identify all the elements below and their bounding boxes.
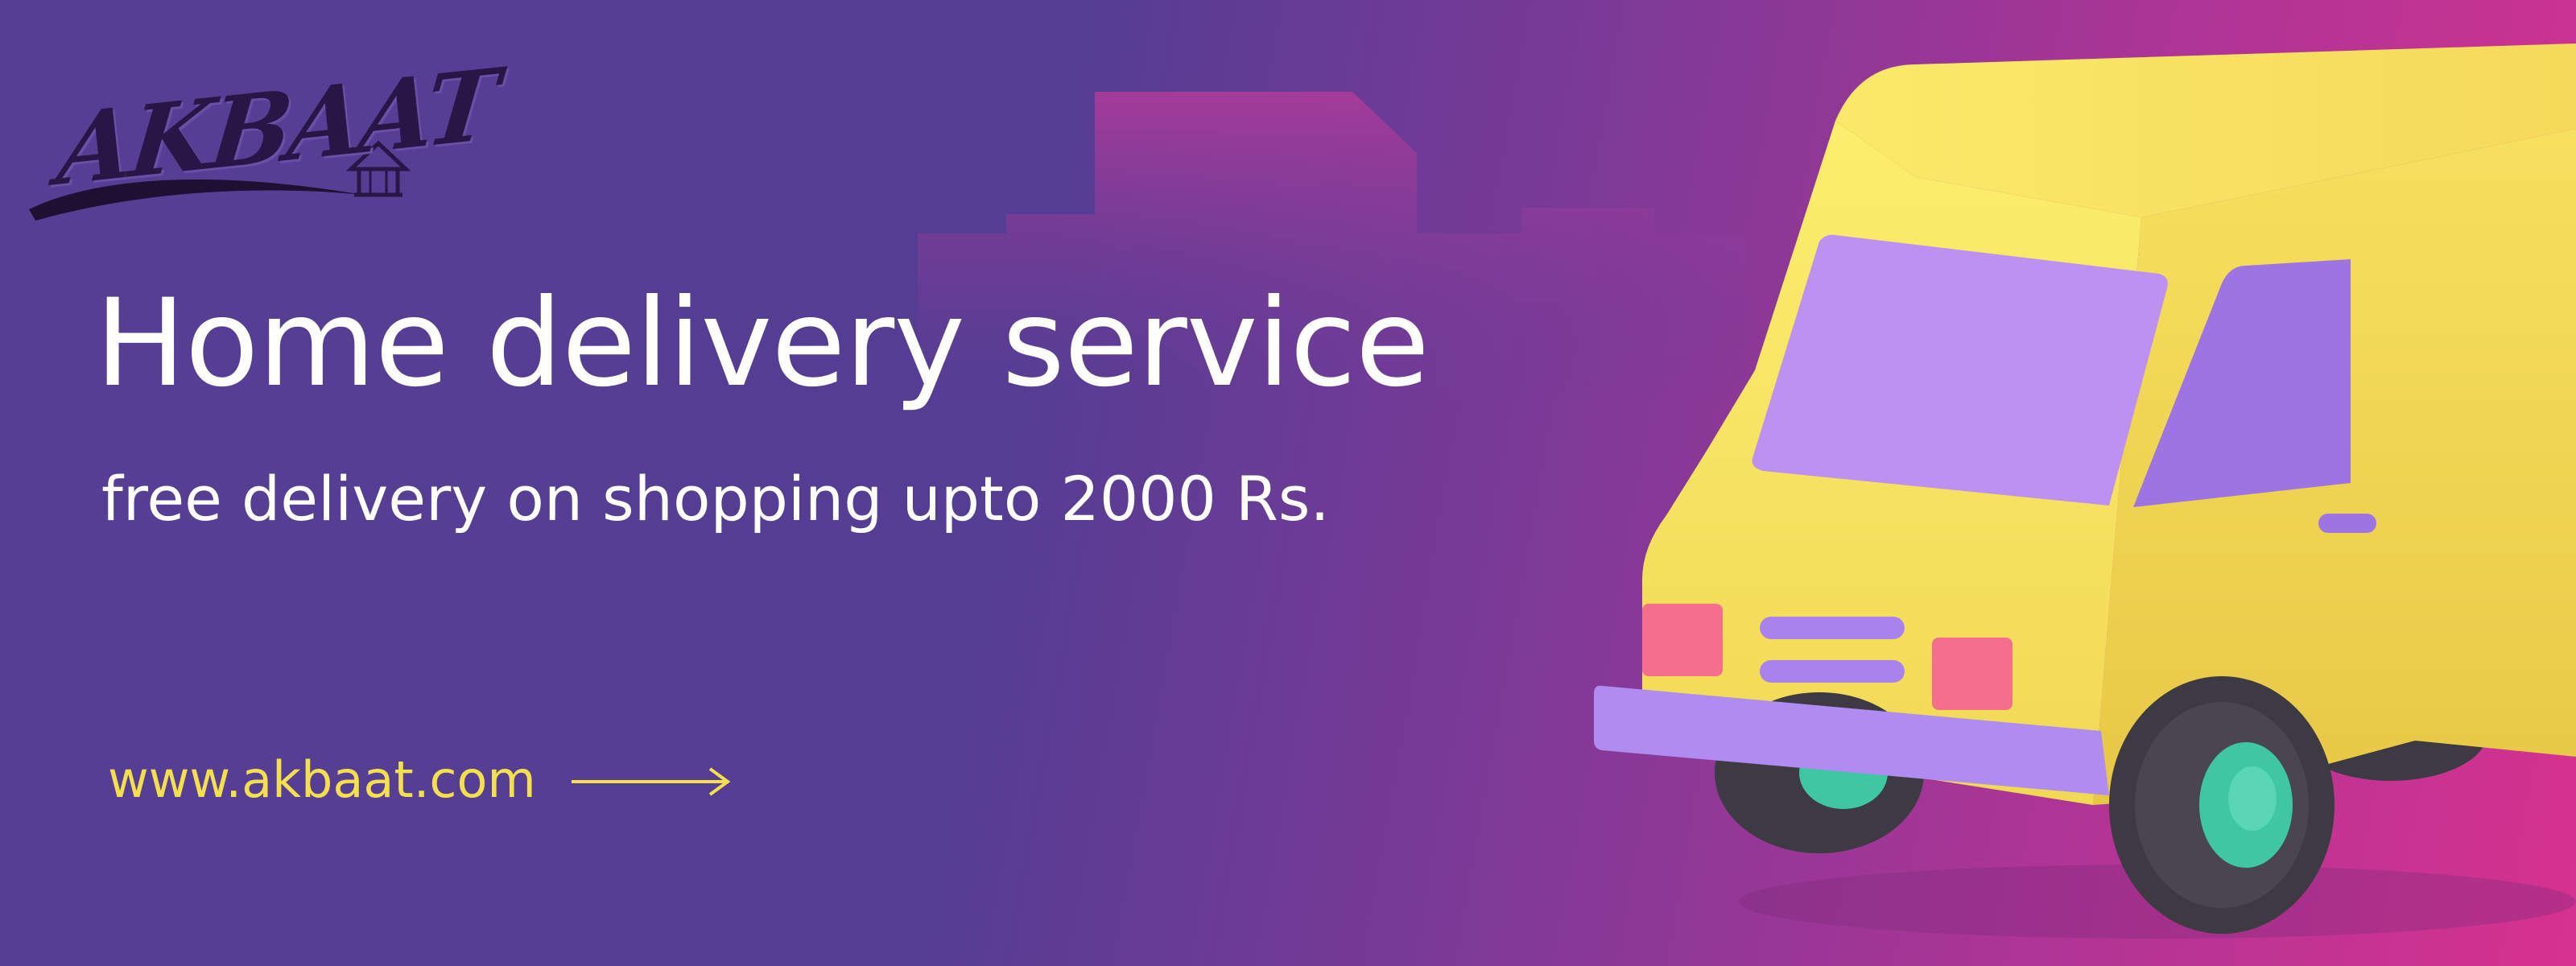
van-windshield <box>1752 234 2168 506</box>
website-url: www.akbaat.com <box>108 750 536 809</box>
logo-wordmark: AKBAAT <box>52 47 501 208</box>
van-door-handle <box>2318 514 2376 533</box>
promo-banner: AKBAAT Home delivery service free delive… <box>0 0 2576 966</box>
van-headlight-right <box>1932 638 2013 710</box>
delivery-van-illustration <box>1594 43 2576 939</box>
van-front-right-wheel <box>2109 676 2334 934</box>
brand-logo: AKBAAT <box>24 47 501 225</box>
subtitle: free delivery on shopping upto 2000 Rs. <box>101 463 1330 535</box>
van-grille-top <box>1760 617 1905 639</box>
van-grille-bottom <box>1760 660 1905 683</box>
page-title: Home delivery service <box>95 274 1430 414</box>
arrow-right-icon <box>571 767 731 796</box>
website-link[interactable]: www.akbaat.com <box>108 755 733 805</box>
van-headlight-left <box>1642 604 1723 676</box>
